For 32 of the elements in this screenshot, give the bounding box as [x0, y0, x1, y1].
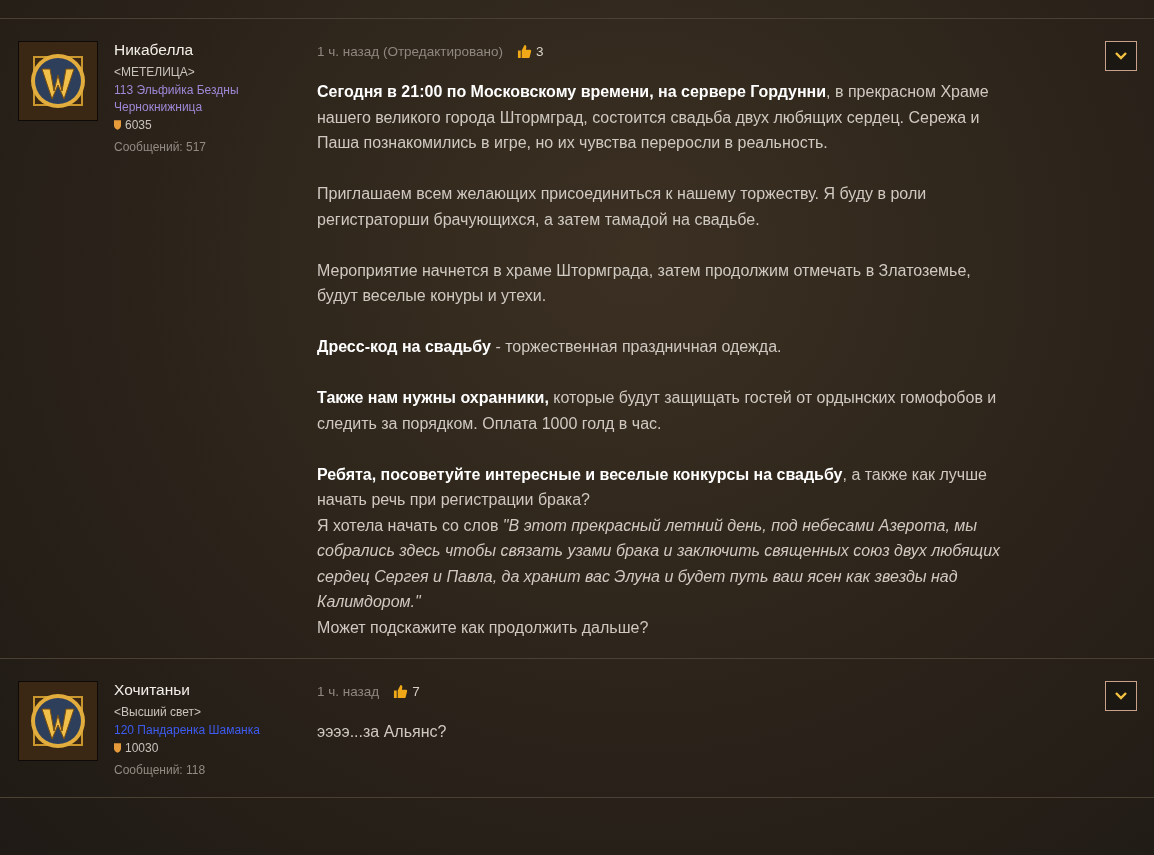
post-count: Сообщений: 517: [114, 140, 208, 154]
post-text: Ребята, посоветуйте интересные и веселые конкурсы на свадьбу, а также как лучше начать речь при регистрации брака?: [317, 464, 988, 510]
post-text: Может подскажите как продолжить дальше?: [317, 617, 650, 638]
thumbs-up-icon[interactable]: [517, 43, 532, 59]
post-text: Сегодня в 21:00 по Московскому времени, на сервере Гордунни, в прекрасном Храме нашего великого города Штормград, состоится свадьба двух любящих сердец. Сережа и Паша познакомились в игре, но их чувства переросли в реальность.: [317, 82, 990, 153]
post-text: Я хотела начать со слов "В этот прекрасный летний день, под небесами Азерота, мы собрались здесь чтобы связать узами брака и заключить священных союз двух любящих сердец Сергея и Павла, да хранит вас Элуна и будет путь ваш ясен как звезды над Калимдором.": [317, 515, 1002, 612]
guild-name: <МЕТЕЛИЦА>: [114, 65, 196, 79]
game-logo-avatar-icon[interactable]: [18, 41, 98, 121]
character-info[interactable]: 113 Эльфийка Бездны Чернокнижница: [114, 82, 289, 116]
post-text: Дресс-код на свадьбу - торжественная праздничная одежда.: [317, 337, 783, 357]
post-time: 1 ч. назад: [317, 683, 380, 699]
thumbs-up-icon[interactable]: [393, 683, 409, 699]
achievement-points: 10030: [125, 741, 159, 755]
achievement-points: 6035: [125, 118, 152, 132]
post-text: Мероприятие начнется в храме Штормграда, затем продолжим отмечать в Златоземье, будут веселые конуры и утехи.: [317, 260, 972, 306]
post-menu-button[interactable]: [1105, 681, 1137, 711]
shield-icon: [114, 120, 121, 130]
guild-name: <Высший свет>: [114, 705, 203, 719]
chevron-down-icon: [1115, 692, 1127, 700]
game-logo-avatar-icon[interactable]: [18, 681, 98, 761]
like-count: 7: [412, 683, 420, 699]
chevron-down-icon: [1115, 52, 1127, 60]
post-text: Также нам нужны охранники, которые будут защищать гостей от ордынских гомофобов и следить за порядком. Оплата 1000 голд в час.: [317, 388, 998, 434]
post-text: Приглашаем всем желающих присоединиться к нашему торжеству. Я буду в роли регистраторши брачующихся, а затем тамадой на свадьбе.: [317, 184, 928, 230]
shield-icon: [114, 743, 121, 753]
author-name[interactable]: Хочитаньи: [114, 681, 289, 699]
post-text: ээээ...за Альянс?: [317, 722, 448, 742]
post-time: 1 ч. назад (Отредактировано): [317, 43, 503, 59]
like-count: 3: [536, 43, 544, 59]
author-name[interactable]: Никабелла: [114, 41, 289, 59]
post-menu-button[interactable]: [1105, 41, 1137, 71]
post-count: Сообщений: 118: [114, 763, 207, 777]
